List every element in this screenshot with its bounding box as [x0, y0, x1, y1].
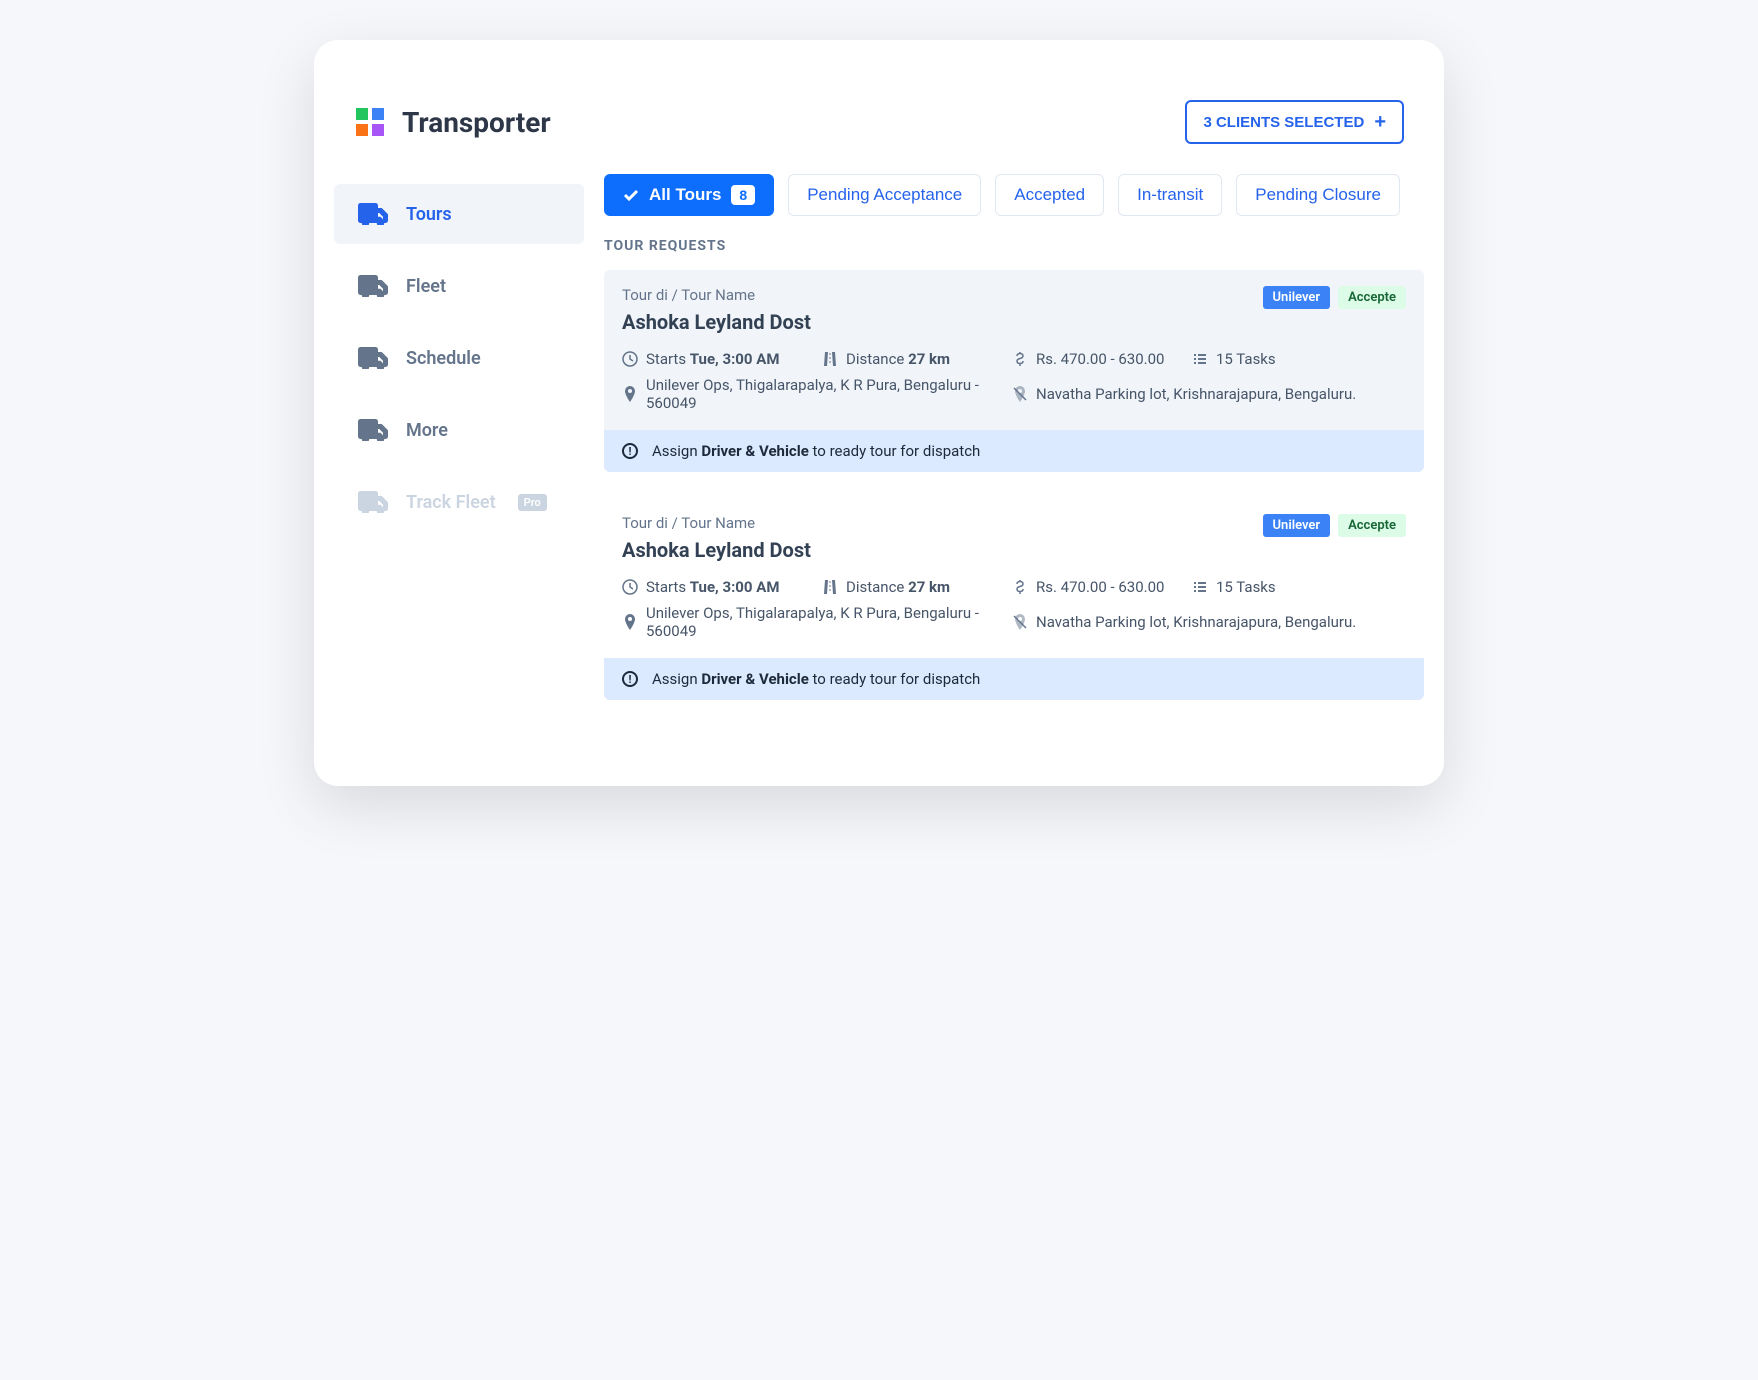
- meta-origin: Unilever Ops, Thigalarapalya, K R Pura, …: [622, 604, 1002, 640]
- sidebar-item-label: More: [406, 420, 448, 441]
- app-frame: Transporter 3 CLIENTS SELECTED + Tours F…: [314, 40, 1444, 786]
- assign-bar[interactable]: ! Assign Driver & Vehicle to ready tour f…: [604, 658, 1424, 700]
- tab-label: Pending Closure: [1255, 185, 1381, 205]
- clock-icon: [622, 351, 638, 367]
- truck-icon: [358, 274, 388, 298]
- tab-pending-closure[interactable]: Pending Closure: [1236, 174, 1400, 216]
- sidebar-item-label: Tours: [406, 204, 452, 225]
- sidebar-item-more[interactable]: More: [334, 400, 584, 460]
- sidebar-item-fleet[interactable]: Fleet: [334, 256, 584, 316]
- tours-list: Tour di / Tour Name Ashoka Leyland Dost Un…: [604, 270, 1424, 700]
- sidebar-item-tours[interactable]: Tours: [334, 184, 584, 244]
- meta-starts: Starts Tue, 3:00 AM: [622, 578, 812, 596]
- meta-distance: Distance 27 km: [822, 578, 1002, 596]
- clients-selected-button[interactable]: 3 CLIENTS SELECTED +: [1185, 100, 1404, 144]
- meta-grid: Starts Tue, 3:00 AM Distance 27 km Rs. 470…: [622, 578, 1406, 640]
- truck-icon: [358, 202, 388, 226]
- tab-label: Pending Acceptance: [807, 185, 962, 205]
- sidebar-item-track-fleet[interactable]: Track Fleet Pro: [334, 472, 584, 532]
- meta-origin: Unilever Ops, Thigalarapalya, K R Pura, …: [622, 376, 1002, 412]
- tour-card[interactable]: Tour di / Tour Name Ashoka Leyland Dost Un…: [604, 498, 1424, 700]
- tab-accepted[interactable]: Accepted: [995, 174, 1104, 216]
- main-content: All Tours 8 Pending Acceptance Accepted …: [584, 174, 1424, 726]
- tab-all-tours[interactable]: All Tours 8: [604, 174, 774, 216]
- tab-label: Accepted: [1014, 185, 1085, 205]
- truck-icon: [358, 346, 388, 370]
- client-badge: Unilever: [1263, 286, 1331, 309]
- pin-icon: [622, 386, 638, 402]
- road-icon: [822, 351, 838, 367]
- tour-subtitle: Tour di / Tour Name: [622, 286, 811, 304]
- sidebar-item-label: Schedule: [406, 348, 481, 369]
- info-icon: !: [622, 443, 638, 459]
- meta-distance: Distance 27 km: [822, 350, 1002, 368]
- assign-text: Assign Driver & Vehicle to ready tour fo…: [652, 442, 980, 460]
- tab-pending-acceptance[interactable]: Pending Acceptance: [788, 174, 981, 216]
- pro-badge: Pro: [518, 494, 547, 511]
- truck-icon: [358, 490, 388, 514]
- clock-icon: [622, 579, 638, 595]
- meta-price: Rs. 470.00 - 630.00: [1012, 350, 1182, 368]
- assign-text: Assign Driver & Vehicle to ready tour fo…: [652, 670, 980, 688]
- info-icon: !: [622, 671, 638, 687]
- meta-grid: Starts Tue, 3:00 AM Distance 27 km Rs. 470…: [622, 350, 1406, 412]
- meta-tasks: 15 Tasks: [1192, 350, 1406, 368]
- sidebar-item-label: Fleet: [406, 276, 446, 297]
- tab-in-transit[interactable]: In-transit: [1118, 174, 1222, 216]
- meta-tasks: 15 Tasks: [1192, 578, 1406, 596]
- status-badge: Accepte: [1338, 514, 1406, 537]
- tour-title: Ashoka Leyland Dost: [622, 538, 811, 562]
- plus-icon: +: [1374, 112, 1386, 132]
- header: Transporter 3 CLIENTS SELECTED +: [334, 100, 1424, 174]
- tour-subtitle: Tour di / Tour Name: [622, 514, 811, 532]
- meta-destination: Navatha Parking lot, Krishnarajapura, Be…: [1012, 604, 1406, 640]
- pin-off-icon: [1012, 614, 1028, 630]
- check-icon: [623, 187, 639, 203]
- road-icon: [822, 579, 838, 595]
- tour-title: Ashoka Leyland Dost: [622, 310, 811, 334]
- tour-card[interactable]: Tour di / Tour Name Ashoka Leyland Dost Un…: [604, 270, 1424, 472]
- truck-icon: [358, 418, 388, 442]
- sidebar: Tours Fleet Schedule More Track Fleet Pr…: [334, 174, 584, 726]
- section-label: TOUR REQUESTS: [604, 238, 1424, 254]
- app-title: Transporter: [402, 106, 551, 139]
- badges: Unilever Accepte: [1263, 286, 1406, 309]
- tab-label: In-transit: [1137, 185, 1203, 205]
- sidebar-item-schedule[interactable]: Schedule: [334, 328, 584, 388]
- meta-price: Rs. 470.00 - 630.00: [1012, 578, 1182, 596]
- pin-icon: [622, 614, 638, 630]
- pin-off-icon: [1012, 386, 1028, 402]
- layout: Tours Fleet Schedule More Track Fleet Pr…: [334, 174, 1424, 726]
- tabs: All Tours 8 Pending Acceptance Accepted …: [604, 174, 1424, 216]
- dollar-icon: [1012, 579, 1028, 595]
- brand: Transporter: [354, 106, 551, 139]
- logo-icon: [354, 106, 386, 138]
- status-badge: Accepte: [1338, 286, 1406, 309]
- sidebar-item-label: Track Fleet: [406, 492, 496, 513]
- card-head: Tour di / Tour Name Ashoka Leyland Dost Un…: [622, 286, 1406, 334]
- assign-bar[interactable]: ! Assign Driver & Vehicle to ready tour f…: [604, 430, 1424, 472]
- clients-selected-label: 3 CLIENTS SELECTED: [1203, 114, 1364, 131]
- meta-starts: Starts Tue, 3:00 AM: [622, 350, 812, 368]
- badges: Unilever Accepte: [1263, 514, 1406, 537]
- card-head: Tour di / Tour Name Ashoka Leyland Dost Un…: [622, 514, 1406, 562]
- tab-count: 8: [731, 185, 755, 205]
- client-badge: Unilever: [1263, 514, 1331, 537]
- tasks-icon: [1192, 579, 1208, 595]
- meta-destination: Navatha Parking lot, Krishnarajapura, Be…: [1012, 376, 1406, 412]
- tasks-icon: [1192, 351, 1208, 367]
- dollar-icon: [1012, 351, 1028, 367]
- tab-label: All Tours: [649, 185, 721, 205]
